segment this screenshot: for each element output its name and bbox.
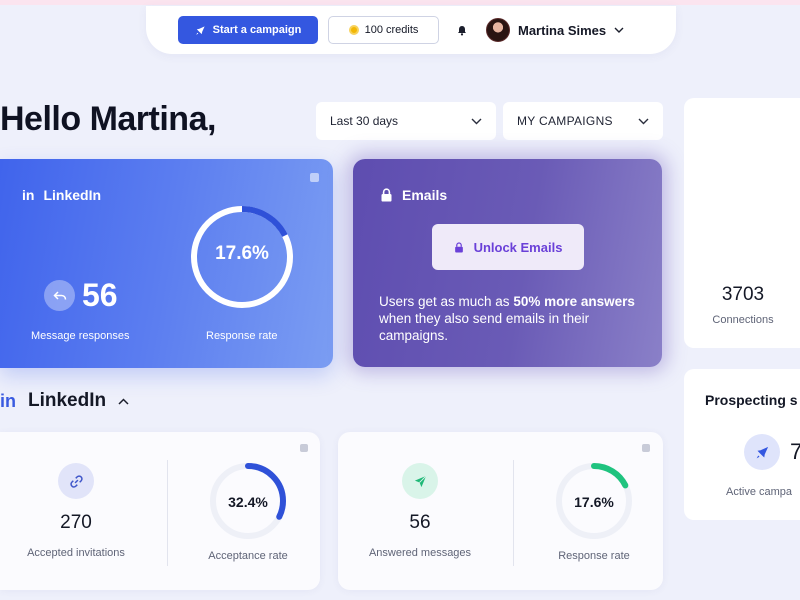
chevron-down-icon	[471, 118, 482, 124]
card-menu-icon[interactable]	[642, 444, 650, 452]
top-accent-strip	[0, 0, 800, 5]
top-navbar: Start a campaign 100 credits Martina Sim…	[146, 6, 676, 54]
bell-icon	[458, 25, 466, 35]
rocket-icon	[195, 25, 205, 35]
campaigns-value: MY CAMPAIGNS	[517, 114, 613, 128]
unlock-emails-button[interactable]: Unlock Emails	[432, 224, 584, 270]
accepted-invitations-value: 270	[60, 512, 92, 533]
emails-description: Users get as much as 50% more answers wh…	[379, 293, 639, 344]
chevron-down-icon	[638, 118, 649, 124]
credits-button[interactable]: 100 credits	[328, 16, 439, 44]
emails-card-title-text: Emails	[402, 187, 448, 203]
start-campaign-button[interactable]: Start a campaign	[178, 16, 318, 44]
period-value: Last 30 days	[330, 114, 399, 128]
linkedin-card-title-text: LinkedIn	[43, 187, 102, 203]
response-rate-label: Response rate	[206, 330, 278, 342]
avatar	[486, 18, 510, 42]
unlock-emails-label: Unlock Emails	[473, 239, 563, 255]
active-campaigns-label: Active campa	[726, 486, 793, 498]
linkedin-section-header[interactable]: in LinkedIn	[0, 390, 129, 412]
link-icon	[58, 463, 94, 499]
notifications-button[interactable]	[448, 16, 476, 44]
linkedin-section-title: LinkedIn	[28, 390, 107, 411]
lock-icon	[381, 188, 392, 202]
campaigns-dropdown[interactable]: MY CAMPAIGNS	[503, 102, 663, 140]
emails-desc-text: Users get as much as	[379, 294, 514, 309]
message-responses-value: 56	[82, 277, 118, 313]
emails-desc-highlight: 50% more answers	[513, 294, 635, 309]
period-dropdown[interactable]: Last 30 days	[316, 102, 496, 140]
send-icon	[402, 463, 438, 499]
stat-divider	[513, 460, 514, 566]
connections-value: 3703	[721, 284, 765, 305]
acceptance-rate-value: 32.4%	[228, 494, 268, 510]
acceptance-rate-label: Acceptance rate	[208, 550, 288, 562]
emails-card: Emails Unlock Emails Users get as much a…	[353, 159, 662, 367]
user-menu[interactable]: Martina Simes	[486, 17, 624, 43]
answered-messages-label: Answered messages	[368, 547, 472, 559]
page-greeting: Hello Martina,	[0, 100, 216, 138]
linkedin-icon: in	[0, 390, 16, 411]
response-rate-label: Response rate	[558, 550, 630, 562]
response-rate-value: 17.6%	[215, 243, 269, 264]
card-menu-icon[interactable]	[300, 444, 308, 452]
card-menu-icon[interactable]	[310, 173, 319, 182]
response-rate-value: 17.6%	[574, 494, 614, 510]
user-name: Martina Simes	[518, 22, 607, 38]
connections-label: Connections	[712, 314, 774, 326]
accepted-invitations-label: Accepted invitations	[27, 547, 125, 559]
reply-icon	[44, 280, 75, 311]
emails-card-title: Emails	[380, 187, 447, 203]
prospecting-title: Prospecting s	[705, 392, 798, 408]
stat-divider	[167, 460, 168, 566]
message-responses-label: Message responses	[31, 330, 130, 342]
credits-label: 100 credits	[364, 24, 419, 36]
linkedin-card-title: in LinkedIn	[22, 187, 101, 203]
connections-card: 3703 Connections	[684, 98, 800, 348]
start-campaign-label: Start a campaign	[212, 24, 302, 36]
linkedin-icon: in	[22, 187, 35, 203]
rocket-icon	[744, 434, 780, 470]
active-campaigns-value: 7	[790, 439, 800, 464]
emails-desc-text-end: when they also send emails in their camp…	[379, 311, 590, 343]
prospecting-card: Prospecting s 7 Active campa	[684, 369, 800, 520]
chevron-down-icon	[614, 27, 624, 33]
chevron-up-icon[interactable]	[118, 397, 129, 405]
lock-icon	[454, 241, 463, 252]
answered-messages-value: 56	[409, 512, 431, 533]
coin-icon	[348, 25, 359, 35]
